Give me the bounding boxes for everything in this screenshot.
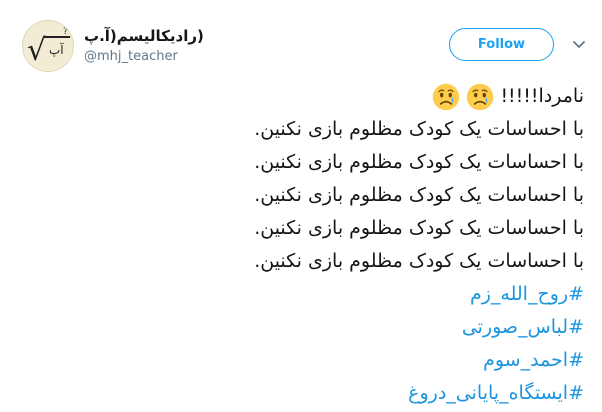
avatar-exponent-text: ?	[63, 27, 68, 37]
tweet-first-line: نامردا!!!!!	[24, 80, 584, 113]
follow-button[interactable]: Follow	[449, 28, 554, 61]
tweet-line: با احساسات یک کودک مظلوم بازی نکنین.	[254, 184, 584, 206]
tweet-text: نامردا!!!!! با احساسات یک کودک مظلوم باز…	[24, 80, 584, 410]
hashtag-link[interactable]: #لباس_صورتی	[24, 311, 584, 344]
user-handle[interactable]: @mhj_teacher	[84, 48, 304, 66]
crying-face-icon	[467, 83, 494, 110]
hashtag-link[interactable]: #ایستگاه_پایانی_دروغ	[24, 377, 584, 410]
crying-face-icon	[433, 83, 460, 110]
avatar-radical-text: √	[27, 33, 47, 68]
avatar[interactable]: √ آپ ?	[22, 20, 74, 72]
hashtag-link[interactable]: #روح_الله_زم	[24, 278, 584, 311]
tweet-exclamation-text: نامردا!!!!!	[500, 85, 584, 107]
tweet-line: با احساسات یک کودک مظلوم بازی نکنین.	[254, 151, 584, 173]
chevron-down-icon[interactable]	[572, 38, 586, 52]
user-info: (رادیکالیسم(آ.پ @mhj_teacher	[84, 26, 304, 66]
tweet-header: √ آپ ? (رادیکالیسم(آ.پ @mhj_teacher Foll…	[0, 0, 602, 72]
radical-sign-logo: √ آپ ?	[27, 27, 70, 68]
avatar-letters-text: آپ	[49, 42, 64, 57]
hashtag-link[interactable]: #احمد_سوم	[24, 344, 584, 377]
tweet-line: با احساسات یک کودک مظلوم بازی نکنین.	[254, 217, 584, 239]
tweet-line: با احساسات یک کودک مظلوم بازی نکنین.	[254, 118, 584, 140]
display-name[interactable]: (رادیکالیسم(آ.پ	[84, 26, 304, 46]
tweet-line: با احساسات یک کودک مظلوم بازی نکنین.	[254, 250, 584, 272]
